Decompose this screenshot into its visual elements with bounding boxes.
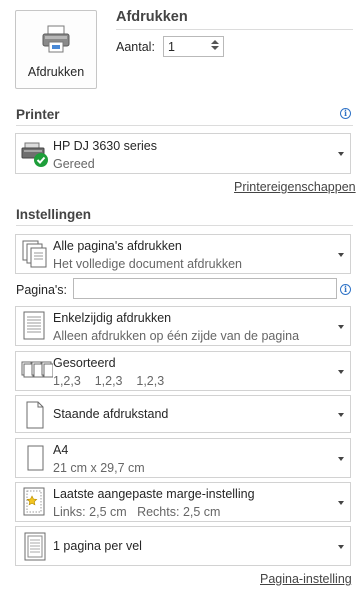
info-icon[interactable]: i (340, 108, 351, 119)
paper-size-subtitle: 21 cm x 29,7 cm (53, 461, 145, 475)
pages-icon (22, 240, 47, 268)
chevron-down-icon (338, 325, 344, 329)
printer-name: HP DJ 3630 series (53, 139, 157, 153)
printer-status: Gereed (53, 157, 95, 171)
paper-size-icon (27, 445, 44, 471)
printer-icon (42, 25, 70, 53)
sides-dropdown[interactable]: Enkelzijdig afdrukken Alleen afdrukken o… (15, 306, 351, 346)
pages-input[interactable] (73, 278, 337, 299)
decrement-arrow-icon[interactable] (211, 46, 219, 50)
collation-dropdown[interactable]: Gesorteerd 1,2,3 1,2,3 1,2,3 (15, 351, 351, 391)
divider (116, 29, 353, 30)
copies-value[interactable]: 1 (168, 40, 175, 54)
print-heading: Afdrukken (116, 9, 188, 25)
pages-per-sheet-icon (24, 532, 46, 561)
printer-icon (21, 142, 48, 167)
printer-properties-link[interactable]: Printereigenschappen (234, 180, 356, 194)
margin-right-label: Rechts: (137, 505, 180, 519)
orientation-dropdown[interactable]: Staande afdrukstand (15, 395, 351, 433)
pages-label: Pagina's: (16, 283, 68, 297)
divider (16, 125, 353, 126)
info-icon[interactable]: i (340, 284, 351, 295)
orientation-title: Staande afdrukstand (53, 407, 169, 421)
printer-dropdown[interactable]: HP DJ 3630 series Gereed (15, 133, 351, 174)
divider (16, 225, 353, 226)
margins-title: Laatste aangepaste marge-instelling (53, 487, 255, 501)
margin-left-value: 2,5 cm (89, 505, 127, 519)
one-sided-icon (23, 311, 45, 340)
page-setup-link[interactable]: Pagina-instelling (260, 572, 352, 586)
printer-heading: Printer (16, 107, 60, 122)
collation-subtitle: 1,2,3 1,2,3 1,2,3 (53, 374, 165, 388)
collated-icon (21, 361, 53, 378)
margin-left-label: Links: (53, 505, 86, 519)
increment-arrow-icon[interactable] (211, 40, 219, 44)
pages-per-sheet-dropdown[interactable]: 1 pagina per vel (15, 526, 351, 566)
sides-title: Enkelzijdig afdrukken (53, 311, 172, 325)
chevron-down-icon (338, 413, 344, 417)
collation-title: Gesorteerd (53, 356, 116, 370)
margins-dropdown[interactable]: Laatste aangepaste marge-instelling Link… (15, 482, 351, 522)
paper-size-title: A4 (53, 443, 69, 457)
chevron-down-icon (338, 457, 344, 461)
pages-per-sheet-title: 1 pagina per vel (53, 539, 142, 553)
settings-heading: Instellingen (16, 207, 92, 222)
copies-label: Aantal: (116, 40, 155, 54)
chevron-down-icon (338, 501, 344, 505)
print-button[interactable]: Afdrukken (15, 10, 97, 89)
chevron-down-icon (338, 253, 344, 257)
chevron-down-icon (338, 152, 344, 156)
chevron-down-icon (338, 545, 344, 549)
paper-size-dropdown[interactable]: A4 21 cm x 29,7 cm (15, 438, 351, 478)
print-range-dropdown[interactable]: Alle pagina's afdrukken Het volledige do… (15, 234, 351, 274)
print-range-subtitle: Het volledige document afdrukken (53, 257, 243, 271)
print-button-label: Afdrukken (27, 65, 85, 79)
chevron-down-icon (338, 370, 344, 374)
margin-right-value: 2,5 cm (182, 505, 221, 519)
copies-stepper[interactable]: 1 (163, 36, 224, 57)
print-range-title: Alle pagina's afdrukken (53, 239, 182, 253)
sides-subtitle: Alleen afdrukken op één zijde van de pag… (53, 329, 300, 343)
margins-icon (23, 487, 45, 516)
portrait-icon (26, 401, 44, 429)
margins-subtitle: Links: 2,5 cm Rechts: 2,5 cm (53, 505, 220, 519)
